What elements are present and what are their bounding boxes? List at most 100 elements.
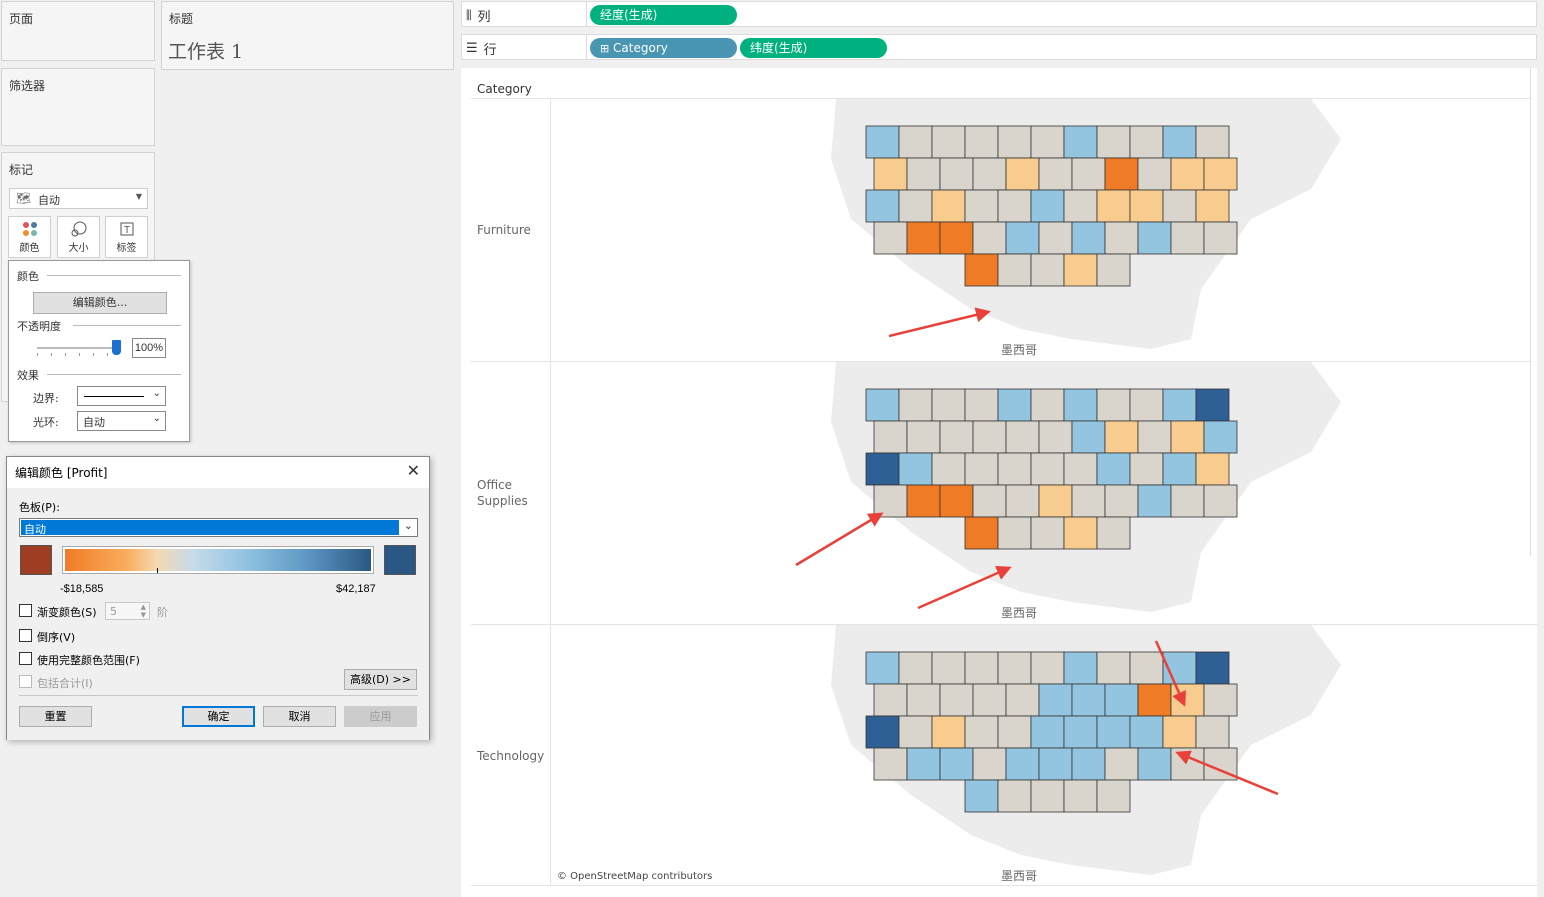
chevron-down-icon: ▼ [135,192,142,201]
size-button-label: 大小 [68,243,89,254]
opacity-slider-handle[interactable] [112,340,121,355]
reverse-label: 倒序(V) [37,631,76,644]
edit-colors-button[interactable]: 编辑颜色... [33,292,167,314]
effects-section-label: 效果 [17,369,39,382]
scrollbar[interactable] [1530,68,1537,556]
max-value-label: $42,187 [336,583,376,595]
chevron-down-icon: ⌄ [152,388,161,399]
pages-title: 页面 [9,12,34,26]
edit-colors-dialog: 编辑颜色 [Profit] ✕ 色板(P): 自动 ⌄ -$18,585 $42… [6,456,430,740]
color-button[interactable]: 颜色 [8,216,51,258]
columns-label-text: 列 [477,10,491,25]
filters-title: 筛选器 [9,79,46,93]
halo-dropdown[interactable]: 自动 ⌄ [77,411,166,431]
palette-value: 自动 [24,523,46,536]
color-section-label: 颜色 [17,270,39,283]
arrow-office-california [795,512,884,567]
apply-button: 应用 [344,706,417,727]
arrow-tech-westvirginia [1175,750,1279,796]
svg-text:T: T [123,225,129,236]
palette-dropdown[interactable]: 自动 ⌄ [19,518,418,537]
arrow-office-texas [917,565,1012,610]
columns-shelf-label: ⫼ 列 [466,6,491,25]
opacity-section-label: 不透明度 [17,320,61,333]
opacity-input[interactable]: 100% [132,338,166,358]
steps-suffix: 阶 [157,606,168,619]
steps-value: 5 [110,605,117,618]
border-dropdown[interactable]: ⌄ [77,386,166,406]
mark-type-value: 自动 [38,194,60,207]
map-icon: 🗺 [16,191,32,205]
longitude-pill[interactable]: 经度(生成) [590,5,737,25]
stepped-color-checkbox[interactable] [19,604,32,617]
dialog-titlebar: 编辑颜色 [Profit] ✕ [7,457,429,487]
advanced-button[interactable]: 高级(D) >> [344,669,417,690]
dialog-separator [19,695,418,696]
category-pill-label: Category [613,41,668,55]
reset-button[interactable]: 重置 [19,706,92,727]
ok-button-label: 确定 [207,710,230,723]
cancel-button[interactable]: 取消 [263,706,336,727]
color-popup: 颜色 编辑颜色... 不透明度 100% 效果 边界: ⌄ 光环: 自动 ⌄ [8,260,190,442]
expand-icon: ⊞ [600,42,610,55]
sheet-title[interactable]: 工作表 1 [168,37,243,64]
latitude-pill-label: 纬度(生成) [750,41,808,55]
rows-shelf-label: ☰ 行 [466,39,497,58]
palette-label: 色板(P): [19,501,60,514]
cancel-button-label: 取消 [288,710,311,723]
pages-card[interactable]: 页面 [1,1,155,61]
columns-shelf[interactable]: ⫼ 列 经度(生成) [461,1,1537,27]
title-heading: 标题 [169,12,194,26]
advanced-button-label: 高级(D) >> [350,673,411,686]
ok-button[interactable]: 确定 [182,706,255,727]
mark-type-dropdown[interactable]: 🗺 自动 ▼ [9,188,148,209]
marks-title: 标记 [9,163,34,177]
include-totals-label: 包括合计(I) [37,677,93,690]
close-icon[interactable]: ✕ [407,461,420,480]
text-label-icon: T [106,217,147,239]
reset-button-label: 重置 [44,710,67,723]
arrow-furniture-texas [888,307,991,338]
chevron-down-icon: ⌄ [152,413,161,424]
color-dots-icon [9,217,50,239]
opacity-value: 100% [134,342,164,354]
reverse-checkbox[interactable] [19,629,32,642]
dialog-body: 色板(P): 自动 ⌄ -$18,585 $42,187 渐变颜色(S) 5 ▲… [7,488,429,740]
columns-icon: ⫼ [466,8,472,22]
color-ramp [62,546,374,574]
map-view[interactable]: Category Furniture Office Supplies Techn… [461,68,1537,897]
size-icon [58,217,99,239]
halo-label: 光环: [33,416,59,429]
min-color-swatch[interactable] [20,545,52,575]
min-value-label: -$18,585 [60,583,104,595]
rows-icon: ☰ [466,41,478,56]
annotation-arrows [795,307,1279,796]
filters-card[interactable]: 筛选器 [1,68,155,146]
color-button-label: 颜色 [19,243,40,254]
edit-colors-label: 编辑颜色... [72,296,128,309]
steps-stepper[interactable]: 5 ▲ ▼ [105,602,150,620]
stepper-arrows-icon: ▲ ▼ [140,603,146,619]
opacity-slider-track[interactable] [37,347,121,349]
longitude-pill-label: 经度(生成) [600,8,658,22]
border-label: 边界: [33,392,59,405]
label-button-label: 标签 [116,243,137,254]
latitude-pill[interactable]: 纬度(生成) [740,38,887,58]
chevron-down-icon: ⌄ [403,519,413,532]
arrow-tech-newyork [1154,640,1186,707]
category-pill[interactable]: ⊞ Category [590,38,737,58]
size-button[interactable]: 大小 [57,216,100,258]
full-range-checkbox[interactable] [19,652,32,665]
apply-button-label: 应用 [369,710,392,723]
full-range-label: 使用完整颜色范围(F) [37,654,140,667]
opacity-slider-ticks [37,353,121,356]
halo-value: 自动 [83,416,105,429]
include-totals-checkbox [19,675,32,688]
stepped-color-label: 渐变颜色(S) [37,606,97,619]
rows-label-text: 行 [483,43,497,58]
rows-shelf[interactable]: ☰ 行 ⊞ Category 纬度(生成) [461,34,1537,60]
dialog-title: 编辑颜色 [Profit] [15,466,108,480]
max-color-swatch[interactable] [384,545,416,575]
label-button[interactable]: T 标签 [105,216,148,258]
title-card: 标题 工作表 1 [161,1,454,70]
